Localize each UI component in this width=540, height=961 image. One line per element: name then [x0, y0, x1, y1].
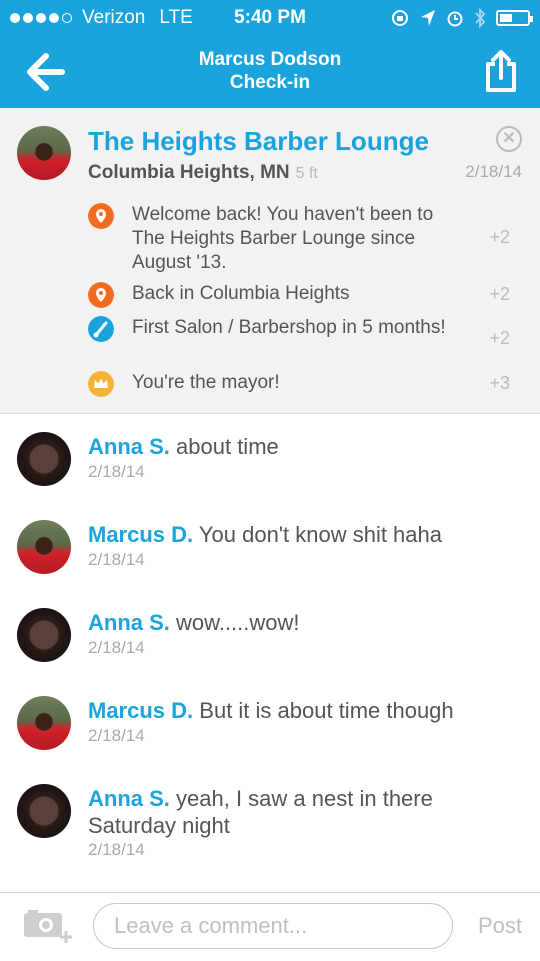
venue-distance: 5 ft	[295, 165, 318, 182]
comment-text: about time	[176, 434, 279, 459]
comment-date: 2/18/14	[88, 638, 145, 657]
comment-composer: Leave a comment... Post	[0, 892, 540, 961]
bonus-item: First Salon / Barbershop in 5 months! +2	[88, 316, 528, 366]
status-icons	[390, 8, 533, 28]
bonus-points: +2	[489, 284, 510, 304]
nav-bar: Marcus Dodson Check-in	[0, 36, 540, 108]
bluetooth-icon	[475, 8, 486, 28]
avatar[interactable]	[17, 696, 71, 750]
avatar[interactable]	[17, 608, 71, 662]
venue-location: Columbia Heights, MN 5 ft	[88, 162, 318, 184]
location-arrow-icon	[421, 10, 435, 26]
close-icon[interactable]: ✕	[496, 126, 522, 152]
bonus-points: +3	[489, 373, 510, 393]
comment-text: You don't know shit haha	[198, 522, 443, 547]
comment-author[interactable]: Anna S.	[88, 434, 170, 459]
avatar[interactable]	[17, 784, 71, 838]
bonus-item: Back in Columbia Heights +2	[88, 282, 528, 308]
comment-body: Anna S. about time	[88, 433, 508, 460]
avatar[interactable]	[17, 520, 71, 574]
comment-author[interactable]: Anna S.	[88, 786, 170, 811]
avatar[interactable]	[17, 432, 71, 486]
comment-body: Anna S. wow.....wow!	[88, 609, 508, 636]
comment-date: 2/18/14	[88, 726, 145, 745]
avatar[interactable]	[17, 126, 71, 180]
add-photo-icon[interactable]	[22, 909, 74, 945]
status-bar: Verizon LTE 5:40 PM	[0, 0, 540, 36]
comment-author[interactable]: Anna S.	[88, 610, 170, 635]
location-pin-icon	[88, 282, 114, 308]
venue-name[interactable]: The Heights Barber Lounge	[88, 126, 429, 157]
comment-date: 2/18/14	[88, 840, 145, 859]
comment-input[interactable]: Leave a comment...	[93, 903, 453, 949]
comment-date: 2/18/14	[88, 550, 145, 569]
bonus-points: +2	[489, 227, 510, 247]
bonus-text: Welcome back! You haven't been to The He…	[132, 204, 434, 273]
post-button[interactable]: Post	[478, 913, 522, 939]
comment-text: But it is about time though	[199, 698, 454, 723]
comment-author[interactable]: Marcus D.	[88, 698, 193, 723]
bonus-text: Back in Columbia Heights	[132, 283, 350, 304]
bonus-item: You're the mayor! +3	[88, 371, 528, 397]
venue-city: Columbia Heights, MN	[88, 162, 290, 183]
title-type: Check-in	[229, 72, 311, 93]
bonus-item: Welcome back! You haven't been to The He…	[88, 203, 528, 275]
comment-author[interactable]: Marcus D.	[88, 522, 193, 547]
scissors-icon	[88, 316, 114, 342]
page-title: Marcus Dodson Check-in	[0, 48, 540, 94]
bonus-text: You're the mayor!	[132, 372, 280, 393]
rotation-lock-icon	[392, 10, 408, 26]
battery-icon	[496, 10, 533, 26]
comment-body: Marcus D. You don't know shit haha	[88, 521, 508, 548]
share-icon[interactable]	[484, 48, 518, 94]
location-pin-icon	[88, 203, 114, 229]
comment-body: Anna S. yeah, I saw a nest in there Satu…	[88, 785, 488, 839]
comment-text: wow.....wow!	[176, 610, 300, 635]
comment-body: Marcus D. But it is about time though	[88, 697, 508, 724]
alarm-icon	[447, 11, 463, 27]
comment-date: 2/18/14	[88, 462, 145, 481]
bonus-text: First Salon / Barbershop in 5 months!	[132, 317, 446, 338]
title-user: Marcus Dodson	[198, 49, 342, 70]
bonus-points: +2	[489, 328, 510, 348]
checkin-date: 2/18/14	[465, 162, 522, 181]
crown-icon	[88, 371, 114, 397]
